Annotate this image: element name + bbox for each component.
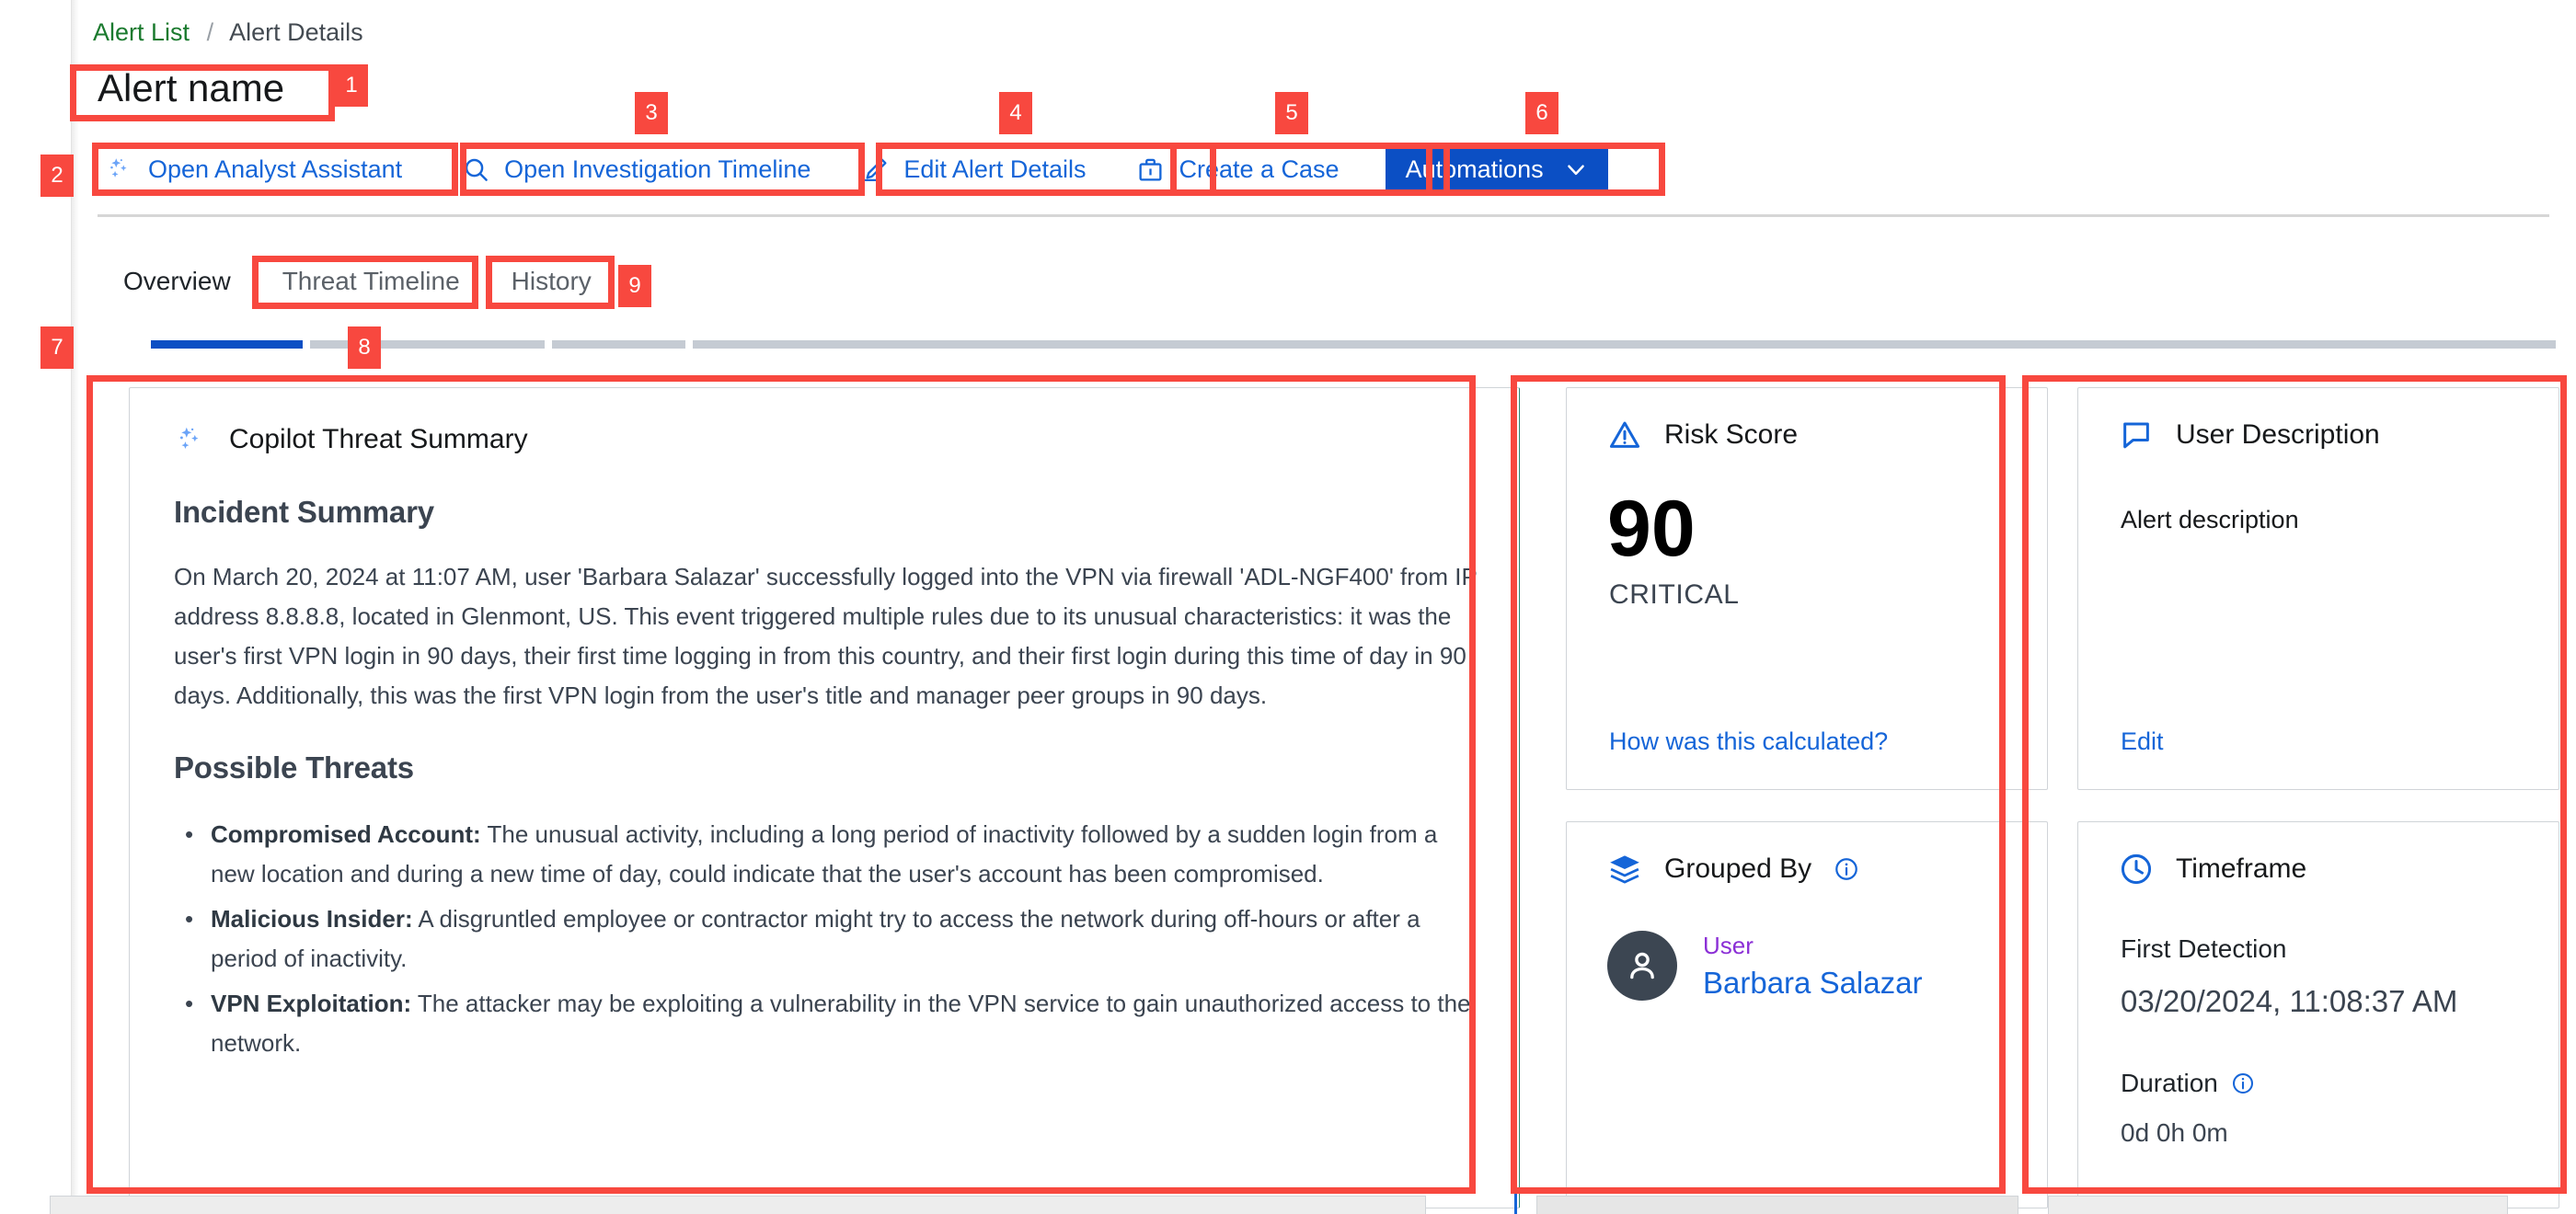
tab-underline-indicator <box>151 340 2556 349</box>
entity-name-link[interactable]: Barbara Salazar <box>1703 966 1922 1001</box>
breadcrumb-current-alert-details: Alert Details <box>229 18 363 46</box>
briefcase-icon <box>1135 155 1165 184</box>
tab-underline-gap <box>303 340 310 349</box>
timeframe-title: Timeframe <box>2176 853 2307 884</box>
page-title: Alert name <box>98 66 285 109</box>
risk-score-title: Risk Score <box>1664 419 1799 450</box>
open-analyst-assistant-button[interactable]: Open Analyst Assistant <box>96 145 411 193</box>
open-investigation-timeline-label: Open Investigation Timeline <box>504 155 811 183</box>
first-detection-label: First Detection <box>2121 934 2287 963</box>
grouped-by-entity-info: User Barbara Salazar <box>1703 931 1922 1001</box>
how-was-this-calculated-link[interactable]: How was this calculated? <box>1609 727 1888 756</box>
copilot-summary-header: Copilot Threat Summary <box>174 423 528 456</box>
timeframe-header: Timeframe <box>2119 852 2306 887</box>
list-item: Compromised Account: The unusual activit… <box>174 815 1480 894</box>
risk-score-value: 90 <box>1607 485 1696 573</box>
tab-overview[interactable]: Overview <box>98 259 257 304</box>
action-toolbar: Open Analyst Assistant Open Investigatio… <box>96 145 1608 193</box>
tab-threat-timeline[interactable]: Threat Timeline <box>257 259 486 304</box>
next-row-card-peek <box>50 1196 1426 1214</box>
risk-score-panel: Risk Score 90 CRITICAL How was this calc… <box>1566 387 2048 790</box>
open-investigation-timeline-button[interactable]: Open Investigation Timeline <box>452 145 820 193</box>
header-divider <box>98 214 2549 217</box>
threat-name: VPN Exploitation: <box>211 990 412 1017</box>
incident-summary-text: On March 20, 2024 at 11:07 AM, user 'Bar… <box>174 563 1478 709</box>
tab-underline-gap <box>545 340 552 349</box>
automations-dropdown-button[interactable]: Automations <box>1385 145 1608 193</box>
layers-icon <box>1607 852 1642 887</box>
risk-score-severity: CRITICAL <box>1609 579 1740 610</box>
automations-label: Automations <box>1405 155 1544 183</box>
threat-name: Malicious Insider: <box>211 905 413 933</box>
tab-underline-segment <box>310 340 545 349</box>
user-description-panel: User Description Alert description Edit <box>2077 387 2559 790</box>
comment-bubble-icon <box>2119 418 2154 452</box>
sparkle-icon <box>174 423 207 456</box>
user-description-header: User Description <box>2119 418 2380 452</box>
duration-value: 0d 0h 0m <box>2121 1118 2228 1147</box>
entity-type-label: User <box>1703 932 1754 960</box>
left-nav-rail <box>0 0 72 1214</box>
edit-description-link[interactable]: Edit <box>2121 727 2164 756</box>
tab-underline-segment <box>693 340 2556 349</box>
create-a-case-button[interactable]: Create a Case <box>1126 145 1348 193</box>
sparkle-icon <box>105 155 134 184</box>
info-icon[interactable] <box>1834 856 1859 882</box>
edit-alert-details-button[interactable]: Edit Alert Details <box>851 145 1095 193</box>
summary-content: Incident Summary On March 20, 2024 at 11… <box>174 495 1480 1069</box>
chevron-down-icon <box>1564 157 1588 181</box>
warning-triangle-icon <box>1607 418 1642 452</box>
overview-body: Copilot Threat Summary Incident Summary … <box>98 382 2559 1214</box>
tab-history[interactable]: History <box>486 259 617 304</box>
tab-bar: Overview Threat Timeline History <box>98 259 617 304</box>
possible-threats-list: Compromised Account: The unusual activit… <box>174 815 1480 1063</box>
info-icon[interactable] <box>2231 1071 2255 1095</box>
threat-name: Compromised Account: <box>211 820 481 848</box>
breadcrumb-link-alert-list[interactable]: Alert List <box>93 18 190 46</box>
timeframe-panel: Timeframe First Detection 03/20/2024, 11… <box>2077 821 2559 1208</box>
breadcrumb-separator: / <box>206 18 214 46</box>
grouped-by-header: Grouped By <box>1607 852 1859 887</box>
next-row-card-peek <box>1536 1196 2018 1214</box>
risk-score-header: Risk Score <box>1607 418 1798 452</box>
duration-label: Duration <box>2121 1069 2218 1097</box>
list-item: VPN Exploitation: The attacker may be ex… <box>174 984 1480 1063</box>
possible-threats-heading: Possible Threats <box>174 750 414 785</box>
duration-label-row: Duration <box>2121 1069 2255 1098</box>
search-icon <box>461 155 490 184</box>
app-root: Alert List / Alert Details Alert name Op… <box>0 0 2576 1214</box>
next-row-card-peek <box>2048 1196 2508 1214</box>
incident-summary-heading: Incident Summary <box>174 495 434 529</box>
avatar <box>1607 931 1677 1001</box>
user-description-title: User Description <box>2176 419 2380 450</box>
grouped-by-entity: User Barbara Salazar <box>1607 931 1922 1001</box>
edit-alert-details-label: Edit Alert Details <box>903 155 1087 183</box>
column-splitter-upper[interactable] <box>1514 382 1517 644</box>
left-rail-shadow <box>72 0 79 1214</box>
tab-underline-active-segment <box>151 340 303 349</box>
tab-underline-segment <box>552 340 685 349</box>
first-detection-value: 03/20/2024, 11:08:37 AM <box>2121 984 2458 1018</box>
create-a-case-label: Create a Case <box>1179 155 1340 183</box>
clock-icon <box>2119 852 2154 887</box>
breadcrumb: Alert List / Alert Details <box>93 18 363 47</box>
pencil-icon <box>860 155 890 184</box>
user-description-text: Alert description <box>2121 506 2299 533</box>
column-scrollbar[interactable] <box>1514 644 1517 1214</box>
tab-underline-gap <box>685 340 693 349</box>
page-content: Alert List / Alert Details Alert name Op… <box>79 0 2576 1214</box>
grouped-by-panel: Grouped By User Barbara Salazar <box>1566 821 2048 1208</box>
open-analyst-assistant-label: Open Analyst Assistant <box>148 155 403 183</box>
grouped-by-title: Grouped By <box>1664 853 1812 884</box>
copilot-summary-title: Copilot Threat Summary <box>229 424 528 454</box>
list-item: Malicious Insider: A disgruntled employe… <box>174 899 1480 979</box>
copilot-threat-summary-panel: Copilot Threat Summary Incident Summary … <box>129 387 1520 1208</box>
